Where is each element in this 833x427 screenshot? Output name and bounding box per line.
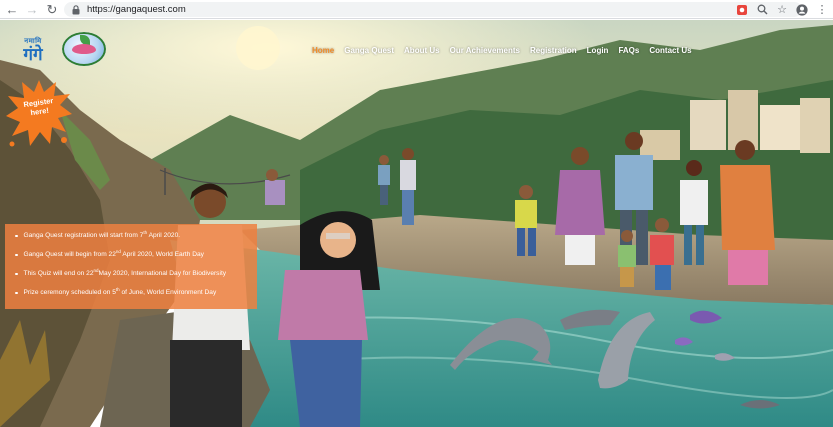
browser-toolbar: ← → ↻ https://gangaquest.com ☆ ⋮	[0, 0, 833, 19]
star-icon[interactable]: ☆	[775, 3, 789, 17]
list-item: Ganga Quest registration will start from…	[13, 230, 251, 240]
nav-about-us[interactable]: About Us	[404, 46, 440, 55]
nav-contact-us[interactable]: Contact Us	[649, 46, 691, 55]
nav-registration[interactable]: Registration	[530, 46, 577, 55]
forward-arrow-icon[interactable]: →	[24, 1, 40, 17]
nav-ganga-quest[interactable]: Ganga Quest	[344, 46, 394, 55]
profile-icon[interactable]	[795, 3, 809, 17]
register-here-button[interactable]: Register here!	[4, 74, 74, 150]
ganga-quest-logo[interactable]	[62, 32, 106, 66]
main-nav: Home Ganga Quest About Us Our Achievemen…	[312, 43, 692, 57]
announcement-list: Ganga Quest registration will start from…	[13, 230, 251, 297]
nav-faqs[interactable]: FAQs	[618, 46, 639, 55]
back-arrow-icon[interactable]: ←	[4, 1, 20, 17]
lock-icon[interactable]	[72, 4, 81, 15]
logo-bottom-text: गंगे	[23, 45, 43, 64]
nav-home[interactable]: Home	[312, 46, 334, 55]
hero-banner: नमामि गंगे Home Ganga Quest About Us Our…	[0, 20, 833, 427]
namami-gange-logo[interactable]: नमामि गंगे	[10, 32, 56, 68]
url-text[interactable]: https://gangaquest.com	[87, 4, 186, 15]
browser-actions: ☆ ⋮	[735, 1, 829, 18]
zoom-icon[interactable]	[755, 3, 769, 17]
list-item: Prize ceremony scheduled on 5th of June,…	[13, 287, 251, 297]
address-bar[interactable]: https://gangaquest.com	[64, 2, 802, 17]
kebab-menu-icon[interactable]: ⋮	[815, 3, 829, 17]
reload-icon[interactable]: ↻	[44, 1, 60, 17]
announcements-box: Ganga Quest registration will start from…	[5, 224, 257, 309]
nav-login[interactable]: Login	[587, 46, 609, 55]
nav-our-achievements[interactable]: Our Achievements	[450, 46, 520, 55]
extension-icon[interactable]	[735, 3, 749, 17]
list-item: Ganga Quest will begin from 22nd April 2…	[13, 249, 251, 259]
list-item: This Quiz will end on 22ndMay 2020, Inte…	[13, 268, 251, 278]
